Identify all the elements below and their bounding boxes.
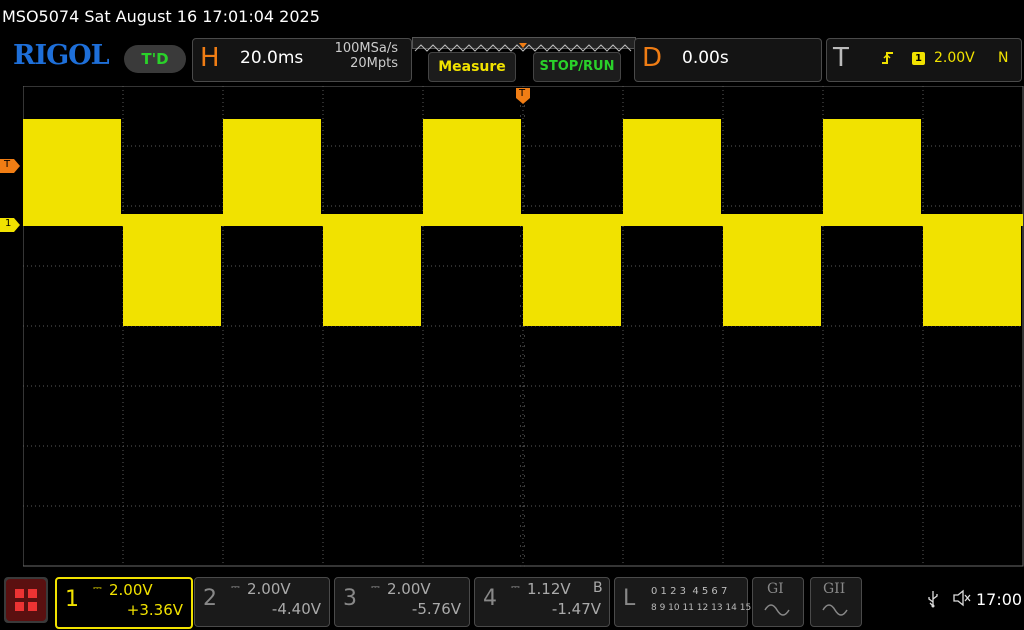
channel2-offset: -4.40V bbox=[271, 600, 321, 618]
trace-segment-low bbox=[723, 221, 821, 326]
trace-segment-high bbox=[223, 119, 321, 216]
sine-wave-icon bbox=[764, 604, 790, 616]
channel4-bandwidth-limit: B bbox=[593, 580, 603, 596]
sample-info: 100MSa/s 20Mpts bbox=[316, 41, 398, 71]
channel3-offset: -5.76V bbox=[411, 600, 461, 618]
generator2-label: GII bbox=[823, 581, 846, 597]
trigger-source-badge: 1 bbox=[912, 52, 925, 65]
logic-bits-high: 8 9 10 11 12 13 14 15 bbox=[651, 603, 752, 613]
trigger-position-label: T bbox=[519, 88, 526, 99]
dc-coupling-icon: ⎓ bbox=[93, 581, 102, 594]
channel2-scale: 2.00V bbox=[247, 580, 291, 598]
clock: 17:00 bbox=[976, 590, 1023, 609]
trigger-letter: T bbox=[833, 43, 849, 73]
trace-segment-high bbox=[823, 119, 921, 216]
channel1-number: 1 bbox=[65, 587, 79, 612]
trigger-mode: N bbox=[998, 50, 1009, 66]
generator1-label: GI bbox=[767, 581, 784, 597]
trace-segment-high bbox=[23, 119, 121, 216]
channel3-number: 3 bbox=[343, 586, 357, 611]
trace-segment-high bbox=[423, 119, 521, 216]
channel3-panel[interactable]: 3 ⎓ 2.00V -5.76V bbox=[334, 577, 470, 627]
channel1-scale: 2.00V bbox=[109, 581, 153, 599]
measure-button[interactable]: Measure bbox=[428, 52, 516, 82]
channel2-number: 2 bbox=[203, 586, 217, 611]
trace-segment-low bbox=[123, 221, 221, 326]
delay-letter: D bbox=[642, 43, 663, 73]
delay-value: 0.00s bbox=[682, 48, 729, 68]
volume-muted-icon[interactable] bbox=[952, 589, 972, 611]
channel4-panel[interactable]: 4 ⎓ 1.12V B -1.47V bbox=[474, 577, 610, 627]
trace-segment-low bbox=[523, 221, 621, 326]
window-title: MSO5074 Sat August 16 17:01:04 2025 bbox=[2, 7, 320, 26]
trigger-position-marker[interactable]: T bbox=[516, 88, 530, 104]
trace-segment-low bbox=[923, 221, 1021, 326]
channel2-panel[interactable]: 2 ⎓ 2.00V -4.40V bbox=[194, 577, 330, 627]
channel1-offset-marker[interactable]: 1 bbox=[0, 218, 21, 233]
channel4-scale: 1.12V bbox=[527, 580, 571, 598]
logic-panel[interactable]: L 0 1 2 3 4 5 6 7 8 9 10 11 12 13 14 15 bbox=[614, 577, 752, 627]
channel1-offset: +3.36V bbox=[126, 601, 183, 619]
usb-icon bbox=[926, 590, 940, 612]
channel3-scale: 2.00V bbox=[387, 580, 431, 598]
logic-letter: L bbox=[623, 586, 636, 611]
trigger-position-strip[interactable] bbox=[412, 37, 636, 52]
trigger-level-marker[interactable]: T bbox=[0, 159, 21, 174]
trigger-level-marker-label: T bbox=[4, 159, 11, 170]
timebase-value: 20.0ms bbox=[240, 48, 304, 68]
trigger-position-icon bbox=[519, 43, 527, 48]
sine-wave-icon bbox=[822, 604, 848, 616]
stop-run-button[interactable]: STOP/RUN bbox=[533, 52, 621, 82]
trigger-level-value: 2.00V bbox=[934, 50, 975, 66]
title-bar: MSO5074 Sat August 16 17:01:04 2025 bbox=[0, 0, 1024, 34]
memory-depth: 20Mpts bbox=[350, 56, 398, 71]
horizontal-letter: H bbox=[200, 43, 220, 73]
generator2-button[interactable]: GII bbox=[810, 577, 862, 627]
rigol-logo: RIGOL bbox=[13, 40, 110, 71]
channel4-offset: -1.47V bbox=[551, 600, 601, 618]
channel1-marker-label: 1 bbox=[5, 218, 12, 229]
rising-edge-icon bbox=[880, 50, 896, 70]
home-button[interactable] bbox=[4, 577, 48, 623]
dc-coupling-icon: ⎓ bbox=[371, 580, 380, 593]
grid-menu-icon bbox=[6, 579, 46, 621]
dc-coupling-icon: ⎓ bbox=[511, 580, 520, 593]
channel4-number: 4 bbox=[483, 586, 497, 611]
generator1-button[interactable]: GI bbox=[752, 577, 804, 627]
trace-segment-high bbox=[623, 119, 721, 216]
channel1-panel[interactable]: 1 ⎓ 2.00V +3.36V bbox=[55, 577, 193, 629]
mode-badge[interactable]: T'D bbox=[124, 45, 186, 73]
sample-rate: 100MSa/s bbox=[334, 41, 398, 56]
trace-segment-low bbox=[323, 221, 421, 326]
trace-baseline bbox=[23, 214, 1023, 226]
waveform-display[interactable] bbox=[23, 86, 1024, 568]
logic-bits-low: 0 1 2 3 4 5 6 7 bbox=[651, 586, 728, 597]
dc-coupling-icon: ⎓ bbox=[231, 580, 240, 593]
